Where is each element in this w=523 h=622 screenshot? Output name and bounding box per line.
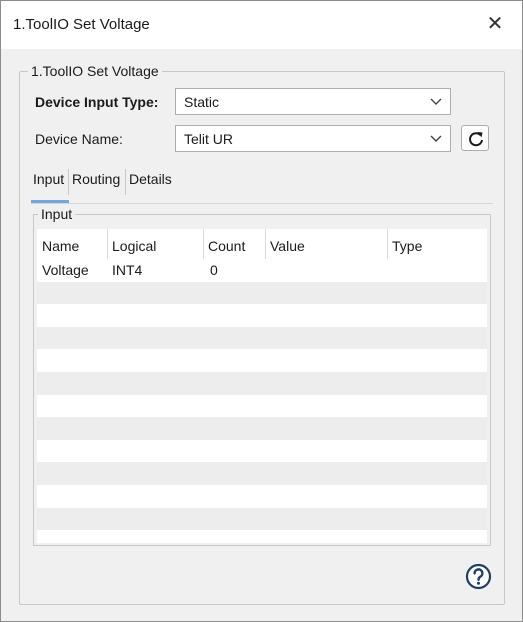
tab-details[interactable]: Details xyxy=(129,169,172,201)
close-button[interactable]: ✕ xyxy=(482,11,508,37)
device-input-type-select[interactable]: Static xyxy=(175,88,451,115)
device-name-label: Device Name: xyxy=(35,131,123,147)
chevron-down-icon xyxy=(430,135,442,142)
table-header: Name Logical Count Value Type xyxy=(37,229,487,259)
tab-divider xyxy=(125,169,126,195)
device-name-value: Telit UR xyxy=(184,131,234,147)
close-icon: ✕ xyxy=(486,13,504,35)
table-row[interactable]: Voltage INT4 0 xyxy=(37,259,487,282)
column-header-name[interactable]: Name xyxy=(37,229,107,259)
empty-row xyxy=(37,372,487,395)
device-name-select[interactable]: Telit UR xyxy=(175,125,451,152)
empty-row xyxy=(37,304,487,327)
cell-logical: INT4 xyxy=(112,262,143,278)
group-legend: 1.ToolIO Set Voltage xyxy=(28,63,162,79)
empty-row xyxy=(37,507,487,531)
chevron-down-icon xyxy=(430,98,442,105)
empty-row xyxy=(37,394,487,418)
refresh-button[interactable] xyxy=(461,125,489,151)
cell-count: 0 xyxy=(210,262,218,278)
title-bar: 1.ToolIO Set Voltage ✕ xyxy=(1,1,522,49)
device-input-type-label: Device Input Type: xyxy=(35,94,159,110)
empty-row xyxy=(37,485,487,508)
empty-row xyxy=(37,462,487,485)
empty-row xyxy=(37,349,487,372)
dialog: 1.ToolIO Set Voltage ✕ 1.ToolIO Set Volt… xyxy=(0,0,523,622)
tab-divider xyxy=(68,169,69,195)
empty-row xyxy=(37,439,487,463)
tab-input[interactable]: Input xyxy=(33,169,64,201)
column-header-count[interactable]: Count xyxy=(203,229,265,259)
tab-baseline xyxy=(31,203,493,204)
empty-row xyxy=(37,281,487,305)
column-header-type[interactable]: Type xyxy=(387,229,487,259)
cell-name: Voltage xyxy=(42,262,89,278)
empty-row xyxy=(37,530,487,543)
help-icon xyxy=(465,563,492,590)
help-button[interactable] xyxy=(465,563,492,590)
empty-row xyxy=(37,326,487,350)
empty-row xyxy=(37,417,487,440)
refresh-icon xyxy=(469,132,483,147)
input-table: Name Logical Count Value Type Voltage IN… xyxy=(37,229,487,543)
device-input-type-value: Static xyxy=(184,94,220,110)
column-header-logical[interactable]: Logical xyxy=(107,229,203,259)
input-group-legend: Input xyxy=(38,206,76,222)
tab-routing[interactable]: Routing xyxy=(72,169,120,201)
window-title: 1.ToolIO Set Voltage xyxy=(13,16,150,33)
column-header-value[interactable]: Value xyxy=(265,229,387,259)
